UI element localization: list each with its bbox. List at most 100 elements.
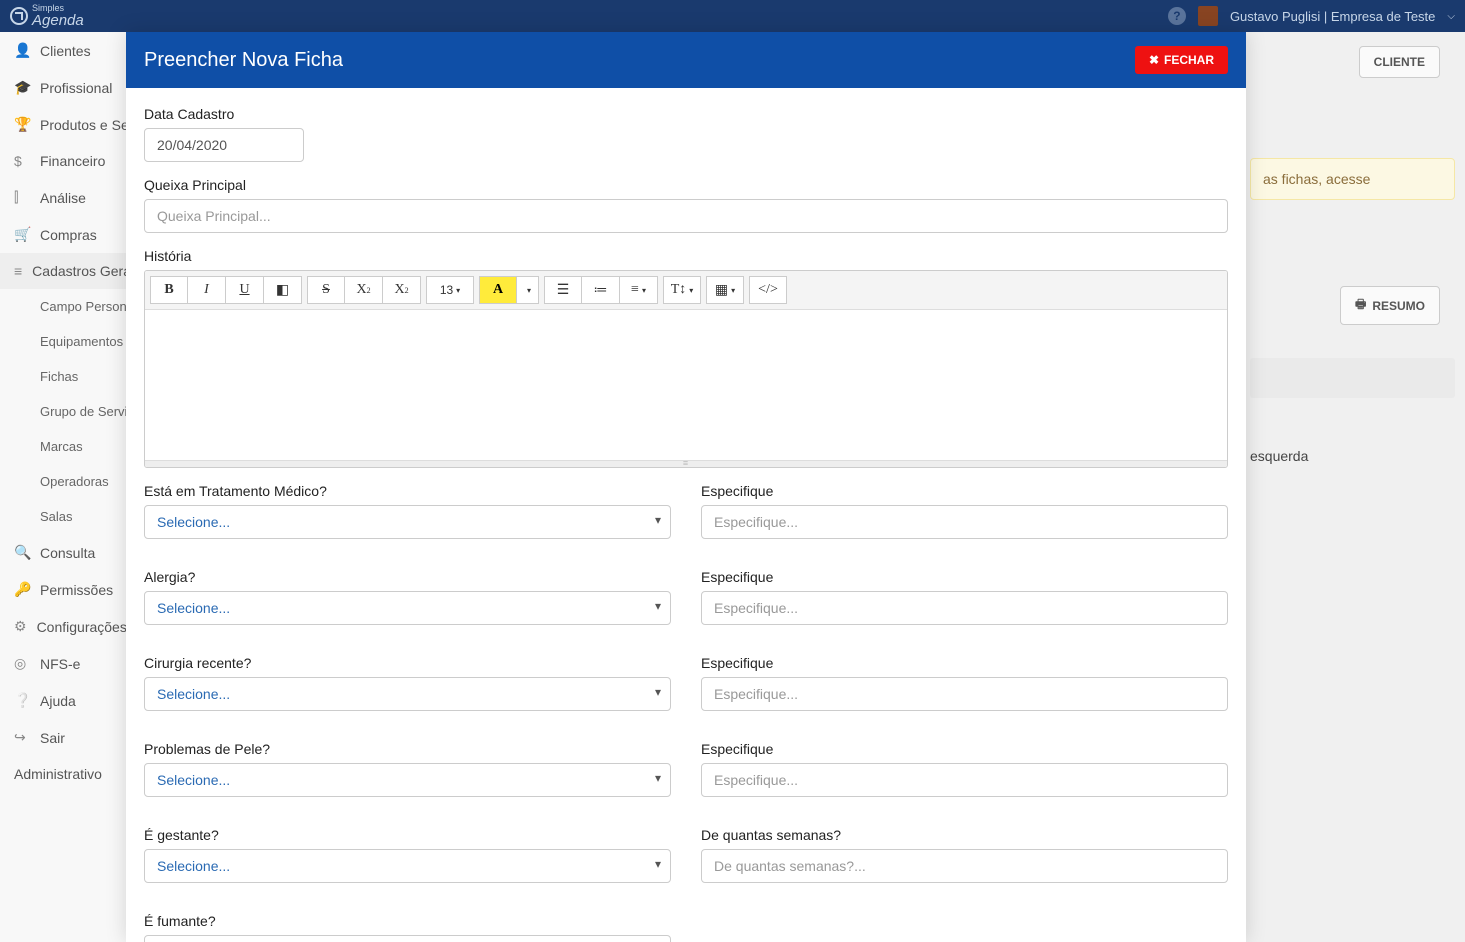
sidebar-item-analise[interactable]: ⫿Análise <box>0 179 126 216</box>
sidebar-sub-campo[interactable]: Campo Personalizado <box>0 289 126 324</box>
alert-text: as fichas, acesse <box>1263 171 1370 187</box>
question-select[interactable]: Selecione... <box>144 763 671 797</box>
sidebar-sub-salas[interactable]: Salas <box>0 499 126 534</box>
chevron-down-icon[interactable]: ⌵ <box>1447 11 1455 22</box>
highlight-dropdown[interactable]: ▾ <box>517 276 539 304</box>
question-label: É gestante? <box>144 827 671 843</box>
sidebar-label: Consulta <box>40 545 95 561</box>
sidebar-item-clientes[interactable]: 👤Clientes <box>0 32 126 69</box>
sidebar-label: Equipamentos <box>40 334 123 349</box>
bold-button[interactable]: B <box>150 276 188 304</box>
italic-button[interactable]: I <box>188 276 226 304</box>
specify-input[interactable] <box>701 677 1228 711</box>
brand-logo[interactable]: Simples Agenda <box>10 4 84 28</box>
sidebar-label: NFS-e <box>40 656 80 672</box>
sidebar-item-produtos[interactable]: 🏆Produtos e Serviços <box>0 106 126 143</box>
lineheight-button[interactable]: T↕▾ <box>663 276 701 304</box>
sidebar-sub-operadoras[interactable]: Operadoras <box>0 464 126 499</box>
question-select[interactable]: Selecione... <box>144 677 671 711</box>
sidebar-item-cadastros[interactable]: ≡Cadastros Gerais <box>0 253 126 289</box>
sidebar-sub-marcas[interactable]: Marcas <box>0 429 126 464</box>
specify-input[interactable] <box>701 763 1228 797</box>
unordered-list-button[interactable]: ☰ <box>544 276 582 304</box>
sidebar-item-financeiro[interactable]: $Financeiro <box>0 143 126 179</box>
sidebar-label: Sair <box>40 730 65 746</box>
align-button[interactable]: ≡▾ <box>620 276 658 304</box>
graduation-icon: 🎓 <box>14 79 30 96</box>
chevron-down-icon: ▾ <box>642 286 646 295</box>
button-label: RESUMO <box>1372 299 1425 313</box>
at-icon: ◎ <box>14 655 30 672</box>
table-icon: ▦ <box>715 282 728 299</box>
modal-title: Preencher Nova Ficha <box>144 49 343 72</box>
question-select[interactable]: Selecione... <box>144 935 671 942</box>
eraser-icon: ◧ <box>276 282 289 299</box>
sidebar-item-ajuda[interactable]: ❔Ajuda <box>0 682 126 719</box>
rte-resize-handle[interactable]: ≡ <box>145 460 1227 467</box>
specify-input[interactable] <box>701 505 1228 539</box>
form-row: Alergia?Selecione...Especifique <box>144 569 1228 640</box>
queixa-input[interactable] <box>144 199 1228 233</box>
date-input[interactable] <box>144 128 304 162</box>
sidebar-sub-grupo[interactable]: Grupo de Serviços <box>0 394 126 429</box>
specify-label: Especifique <box>701 569 1228 585</box>
sidebar-label: Configurações <box>37 619 127 635</box>
subscript-button[interactable]: X2 <box>383 276 421 304</box>
table-button[interactable]: ▦▾ <box>706 276 744 304</box>
specify-label: Especifique <box>701 483 1228 499</box>
underline-button[interactable]: U <box>226 276 264 304</box>
question-select[interactable]: Selecione... <box>144 591 671 625</box>
sidebar-label: Financeiro <box>40 153 105 169</box>
specify-input[interactable] <box>701 591 1228 625</box>
superscript-button[interactable]: X2 <box>345 276 383 304</box>
top-bar: Simples Agenda ? Gustavo Puglisi | Empre… <box>0 0 1465 32</box>
sidebar-item-nfse[interactable]: ◎ NFS-e <box>0 645 126 682</box>
cliente-button[interactable]: CLIENTE <box>1359 46 1440 78</box>
question-label: Cirurgia recente? <box>144 655 671 671</box>
sidebar-item-permissoes[interactable]: 🔑Permissões <box>0 571 126 608</box>
question-label: Está em Tratamento Médico? <box>144 483 671 499</box>
close-button[interactable]: ✖ FECHAR <box>1135 46 1228 74</box>
resumo-button[interactable]: 🖶RESUMO <box>1340 286 1440 325</box>
sidebar-label: Permissões <box>40 582 113 598</box>
database-icon: ≡ <box>14 263 22 279</box>
partial-text: esquerda <box>1250 448 1455 464</box>
user-name-label[interactable]: Gustavo Puglisi | Empresa de Teste <box>1230 9 1435 24</box>
ordered-list-button[interactable]: ≔ <box>582 276 620 304</box>
sidebar-item-admin[interactable]: Administrativo <box>0 756 126 792</box>
code-button[interactable]: </> <box>749 276 787 304</box>
sidebar-item-profissional[interactable]: 🎓Profissional <box>0 69 126 106</box>
sidebar-item-config[interactable]: ⚙ Configurações <box>0 608 126 645</box>
question-select[interactable]: Selecione... <box>144 849 671 883</box>
highlight-button[interactable]: A <box>479 276 517 304</box>
avatar[interactable] <box>1198 6 1218 26</box>
sidebar-item-sair[interactable]: ↪Sair <box>0 719 126 756</box>
sidebar-sub-equip[interactable]: Equipamentos <box>0 324 126 359</box>
ol-icon: ≔ <box>594 282 608 299</box>
rte-textarea[interactable] <box>145 310 1227 460</box>
gears-icon: ⚙ <box>14 618 27 635</box>
queixa-label: Queixa Principal <box>144 177 1228 193</box>
strike-button[interactable]: S <box>307 276 345 304</box>
chevron-down-icon: ▾ <box>456 286 460 295</box>
sidebar-item-compras[interactable]: 🛒Compras <box>0 216 126 253</box>
sidebar-sub-fichas[interactable]: Fichas <box>0 359 126 394</box>
clock-icon <box>10 7 28 25</box>
eraser-button[interactable]: ◧ <box>264 276 302 304</box>
sidebar-label: Administrativo <box>14 766 102 782</box>
sidebar-item-consulta[interactable]: 🔍Consulta <box>0 534 126 571</box>
fontsize-label: 13 <box>440 283 453 297</box>
specify-label: Especifique <box>701 741 1228 757</box>
rte-toolbar: B I U ◧ S X2 X2 13▾ A ▾ <box>145 271 1227 310</box>
align-icon: ≡ <box>631 282 639 298</box>
sidebar-label: Ajuda <box>40 693 76 709</box>
question-select[interactable]: Selecione... <box>144 505 671 539</box>
date-label: Data Cadastro <box>144 106 1228 122</box>
content-bar <box>1250 358 1455 398</box>
form-row: Está em Tratamento Médico? Selecione... Es… <box>144 483 1228 554</box>
help-icon[interactable]: ? <box>1168 7 1186 25</box>
specify-input[interactable] <box>701 849 1228 883</box>
fontsize-button[interactable]: 13▾ <box>426 276 474 304</box>
close-icon: ✖ <box>1149 53 1159 67</box>
sidebar-label: Operadoras <box>40 474 109 489</box>
